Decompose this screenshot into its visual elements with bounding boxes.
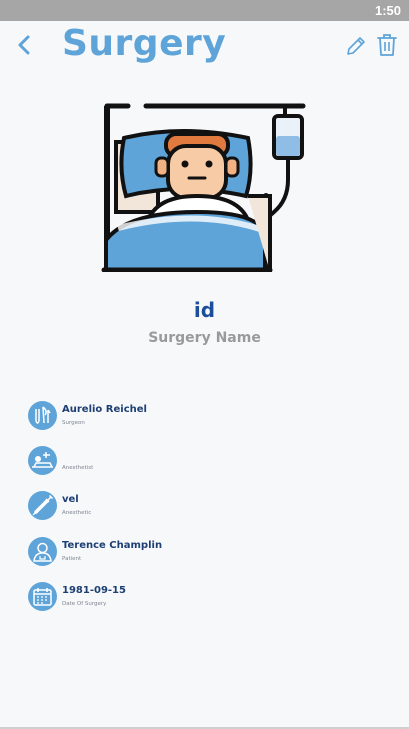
surgeon-icon xyxy=(35,406,51,424)
surgeon-label: Surgeon xyxy=(62,420,85,426)
date-value: 1981-09-15 xyxy=(62,585,126,596)
patient-value: Terence Champlin xyxy=(62,540,163,551)
app-header: Surgery xyxy=(0,21,409,71)
edit-button[interactable] xyxy=(344,34,368,58)
back-button[interactable] xyxy=(12,31,38,59)
hospital-bed-icon xyxy=(101,103,306,275)
status-bar: 1:50 xyxy=(0,0,409,21)
surgery-name: Surgery Name xyxy=(148,330,261,346)
patient-avatar xyxy=(28,537,57,566)
anesthetist-avatar xyxy=(28,446,57,475)
detail-row-date: 1981-09-15 Date Of Surgery xyxy=(28,582,328,614)
anesthetist-icon xyxy=(32,452,53,468)
detail-row-surgeon: Aurelio Reichel Surgeon xyxy=(28,401,328,433)
detail-row-anesthetic: vel Anesthetic xyxy=(28,491,328,523)
anesthetic-avatar xyxy=(28,491,57,520)
patient-label: Patient xyxy=(62,556,82,562)
anesthetist-label: Anesthetist xyxy=(62,465,94,471)
pencil-icon xyxy=(347,37,365,55)
trash-icon xyxy=(377,34,397,56)
date-label: Date Of Surgery xyxy=(62,601,107,607)
chevron-left-icon xyxy=(18,35,30,55)
detail-row-patient: Terence Champlin Patient xyxy=(28,537,328,569)
patient-in-bed-illustration xyxy=(98,100,310,275)
surgeon-value: Aurelio Reichel xyxy=(62,404,147,415)
patient-icon xyxy=(33,542,52,562)
anesthetic-value: vel xyxy=(62,494,79,505)
status-time: 1:50 xyxy=(374,3,401,18)
date-avatar xyxy=(28,582,57,611)
delete-button[interactable] xyxy=(375,32,399,58)
detail-row-anesthetist: Anesthetist xyxy=(28,446,328,478)
page-title: Surgery xyxy=(62,23,227,64)
calendar-icon xyxy=(33,588,52,606)
surgery-id: id xyxy=(193,298,216,322)
syringe-icon xyxy=(32,494,54,516)
anesthetic-label: Anesthetic xyxy=(62,510,92,516)
surgeon-avatar xyxy=(28,401,57,430)
